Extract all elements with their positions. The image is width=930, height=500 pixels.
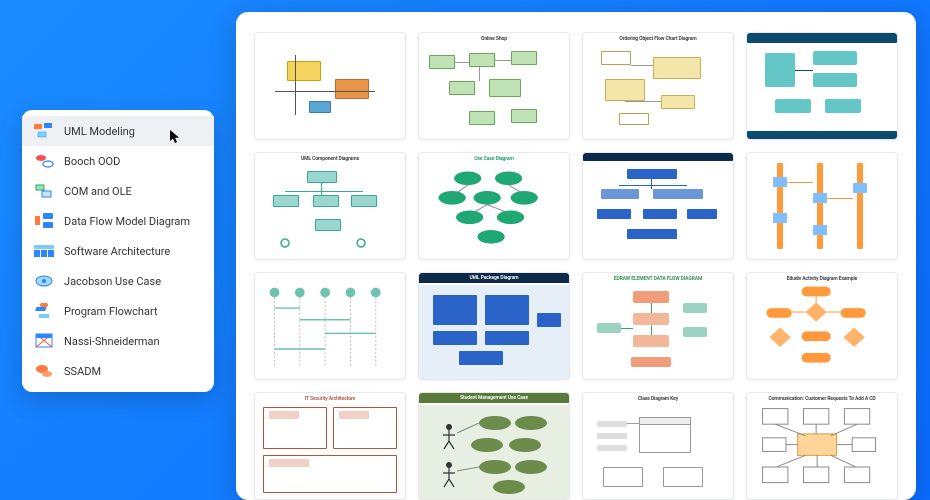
sidebar-item-software-arch[interactable]: Software Architecture <box>22 236 214 266</box>
sidebar-item-booch-ood[interactable]: Booch OOD <box>22 146 214 176</box>
sidebar-item-uml-modeling[interactable]: UML Modeling <box>22 116 214 146</box>
template-title: Online Shop <box>419 36 569 42</box>
sidebar-item-com-ole[interactable]: COM and OLE <box>22 176 214 206</box>
template-title: Student Management Use Case <box>419 393 569 403</box>
uml-icon <box>34 123 54 139</box>
sidebar-item-label: Data Flow Model Diagram <box>64 215 202 228</box>
template-card[interactable]: EDRAW ELEMENT DATA FLOW DIAGRAM <box>582 272 734 380</box>
booch-icon <box>34 153 54 169</box>
comole-icon <box>34 183 54 199</box>
architecture-icon <box>34 243 54 259</box>
sidebar-item-nassi[interactable]: Nassi-Shneiderman <box>22 326 214 356</box>
ssadm-icon <box>34 363 54 379</box>
sidebar-item-label: Nassi-Shneiderman <box>64 335 202 348</box>
sidebar-item-label: COM and OLE <box>64 185 202 198</box>
template-card[interactable] <box>582 152 734 260</box>
dataflow-icon <box>34 213 54 229</box>
template-gallery-grid: Online Shop Ordering Object Flow Chart D… <box>254 32 898 500</box>
template-card[interactable]: UML Component Diagrams <box>254 152 406 260</box>
sidebar-item-data-flow[interactable]: Data Flow Model Diagram <box>22 206 214 236</box>
template-title: UML Component Diagrams <box>255 156 405 162</box>
template-title: Ordering Object Flow Chart Diagram <box>583 36 733 42</box>
sidebar-item-program-flowchart[interactable]: Program Flowchart <box>22 296 214 326</box>
jacobson-icon <box>34 273 54 289</box>
diagram-type-sidebar: UML Modeling Booch OOD COM and OLE <box>22 110 214 392</box>
template-card[interactable] <box>746 152 898 260</box>
sidebar-item-label: UML Modeling <box>64 125 202 138</box>
template-title: IT Security Architecture <box>255 396 405 402</box>
template-card[interactable]: Ordering Object Flow Chart Diagram <box>582 32 734 140</box>
template-card[interactable]: Use Case Diagram <box>418 152 570 260</box>
template-card[interactable] <box>254 272 406 380</box>
template-card[interactable]: IT Security Architecture <box>254 392 406 500</box>
template-title: Class Diagram Key <box>583 396 733 402</box>
sidebar-item-ssadm[interactable]: SSADM <box>22 356 214 386</box>
flowchart-icon <box>34 303 54 319</box>
template-card[interactable] <box>746 32 898 140</box>
template-title: EDRAW ELEMENT DATA FLOW DIAGRAM <box>583 276 733 282</box>
sidebar-item-label: Booch OOD <box>64 155 202 168</box>
sidebar-item-label: Program Flowchart <box>64 305 202 318</box>
template-card[interactable]: Class Diagram Key <box>582 392 734 500</box>
template-card[interactable]: Student Management Use Case <box>418 392 570 500</box>
template-card[interactable]: Online Shop <box>418 32 570 140</box>
nassi-icon <box>34 333 54 349</box>
sidebar-item-label: Software Architecture <box>64 245 202 258</box>
sidebar-item-label: SSADM <box>64 365 202 378</box>
sidebar-item-label: Jacobson Use Case <box>64 275 202 288</box>
template-card[interactable]: UML Package Diagram <box>418 272 570 380</box>
template-title: UML Package Diagram <box>419 273 569 283</box>
template-card[interactable]: Communication: Customer Requests To Add … <box>746 392 898 500</box>
template-card[interactable]: Edudiv Activity Diagram Example <box>746 272 898 380</box>
sidebar-item-jacobson[interactable]: Jacobson Use Case <box>22 266 214 296</box>
template-card[interactable] <box>254 32 406 140</box>
template-gallery-panel: Online Shop Ordering Object Flow Chart D… <box>236 12 916 500</box>
